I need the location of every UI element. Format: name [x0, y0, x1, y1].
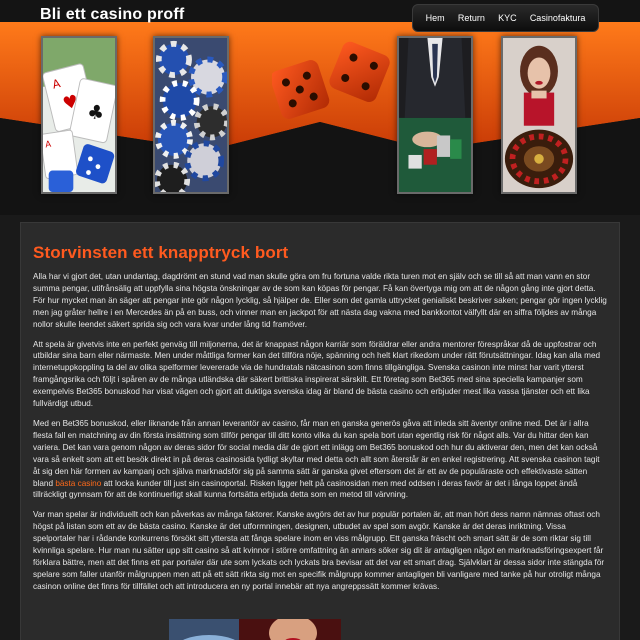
article-paragraph-2: Att spela är givetvis inte en perfekt ge… [33, 339, 601, 409]
basta-casino-link[interactable]: bästa casino [55, 479, 101, 488]
article-paragraph-3-text-a: Med en Bet365 bonuskod, eller liknande f… [33, 418, 600, 488]
cards-dice-photo: A ♥ ♣ A [41, 36, 117, 194]
article-panel: Storvinsten ett knapptryck bort Alla har… [20, 222, 620, 640]
red-dice-image [272, 41, 390, 119]
card-dealer-photo [397, 36, 473, 194]
article-paragraph-1: Alla har vi gjort det, utan undantag, da… [33, 272, 607, 329]
article-heading: Storvinsten ett knapptryck bort [33, 243, 289, 262]
article-image [169, 619, 341, 640]
main-nav: Hem Return KYC Casinofaktura [412, 4, 599, 32]
site-title[interactable]: Bli ett casino proff [40, 6, 184, 24]
article-paragraph-3-text-b: att locka kunder till just sin casinopor… [33, 478, 578, 500]
article-paragraph-3: Med en Bet365 bonuskod, eller liknande f… [33, 418, 607, 501]
poker-chips-photo [153, 36, 229, 194]
nav-item-hem[interactable]: Hem [426, 13, 445, 23]
nav-item-kyc[interactable]: KYC [498, 13, 517, 23]
site-header: Bli ett casino proff Hem Return KYC Casi… [0, 0, 640, 215]
nav-item-return[interactable]: Return [458, 13, 485, 23]
nav-item-casinofaktura[interactable]: Casinofaktura [530, 13, 586, 23]
article-paragraph-4: Var man spelar är individuellt och kan p… [33, 510, 605, 591]
woman-roulette-photo [501, 36, 577, 194]
